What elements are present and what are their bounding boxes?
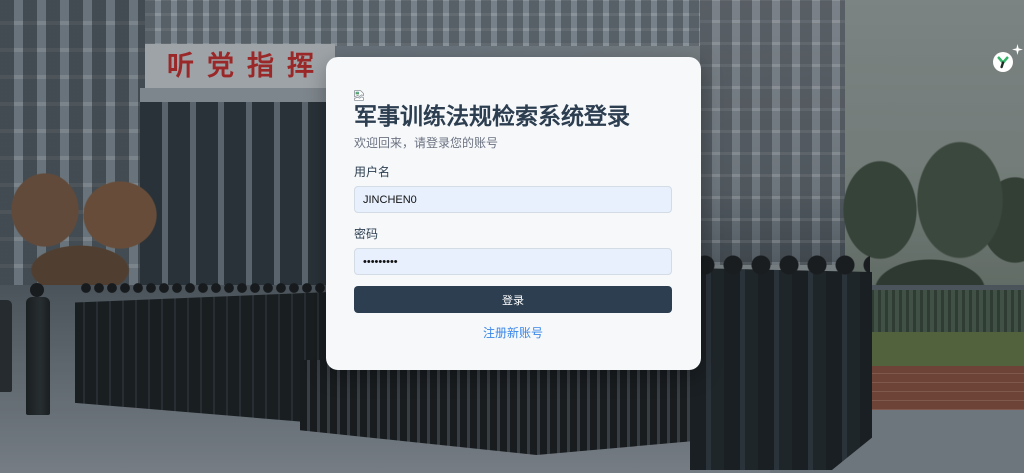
login-button[interactable]: 登录 <box>354 286 672 313</box>
welcome-subtitle: 欢迎回来，请登录您的账号 <box>354 136 499 150</box>
page-title: 军事训练法规检索系统登录 <box>354 103 630 129</box>
login-card: 军事训练法规检索系统登录 欢迎回来，请登录您的账号 用户名 密码 登录 注册新账… <box>326 57 701 370</box>
sparkle-icon[interactable] <box>1012 42 1023 55</box>
y-badge-icon-graphic <box>993 52 1013 72</box>
username-input[interactable] <box>354 186 672 213</box>
broken-image-icon <box>354 88 364 101</box>
y-badge-icon[interactable] <box>993 52 1013 72</box>
password-input[interactable] <box>354 248 672 275</box>
username-label: 用户名 <box>354 165 391 179</box>
register-link[interactable]: 注册新账号 <box>354 324 672 342</box>
sparkle-icon-graphic <box>1012 44 1023 55</box>
password-label: 密码 <box>354 227 379 241</box>
